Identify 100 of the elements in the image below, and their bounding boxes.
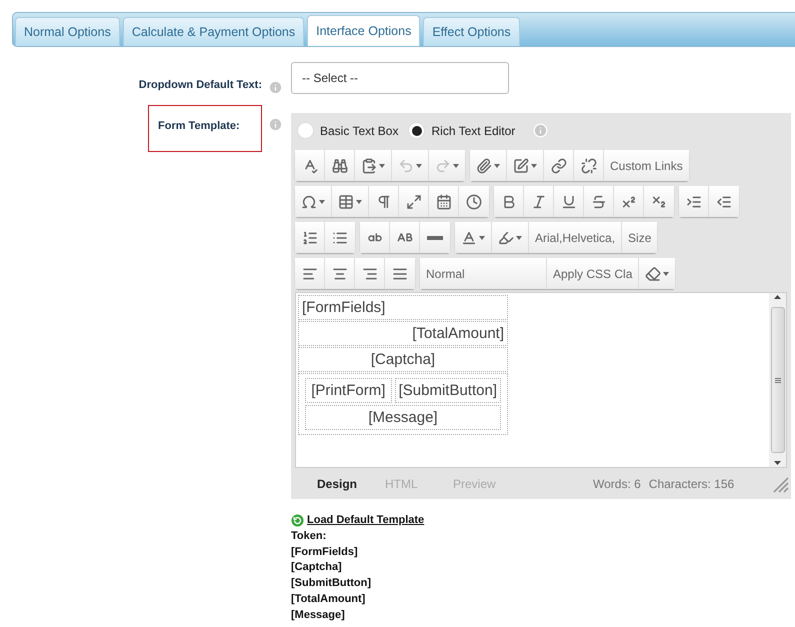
token-heading: Token: (291, 528, 328, 544)
field-label: Form Template: (158, 120, 240, 132)
toolbar-button[interactable] (470, 150, 507, 181)
toolbar-button[interactable] (355, 150, 392, 181)
token-text: [SubmitButton] (291, 576, 372, 592)
binoculars-icon (332, 158, 348, 174)
character-count: Characters: 156 (648, 476, 734, 490)
toolbar-dropdown[interactable]: Normal (420, 258, 547, 289)
token-text: [Captcha] (291, 560, 343, 576)
scroll-up-icon[interactable] (774, 295, 781, 299)
toolbar-button[interactable] (399, 186, 429, 217)
toolbar-button[interactable] (355, 258, 385, 289)
editor-content[interactable]: [FormFields] [TotalAmount] [Captcha] [PrintForm] [SubmitButton] [Message] (295, 292, 787, 468)
subscript-icon (651, 194, 667, 210)
toolbar-dropdown[interactable]: Size (622, 222, 658, 253)
omega-icon (301, 194, 317, 210)
tab[interactable]: Calculate & Payment Options (122, 17, 304, 46)
template-cell: [PrintForm] (305, 378, 392, 403)
align-right-icon (362, 266, 378, 282)
toolbar-button[interactable] (325, 222, 355, 253)
toolbar-button[interactable] (295, 150, 325, 181)
redo-icon (435, 158, 451, 174)
toolbar-button[interactable] (385, 258, 415, 289)
template-cell: [Message] (305, 405, 501, 430)
grip-icon (774, 378, 780, 382)
toolbar-button[interactable] (325, 258, 355, 289)
toolbar-button[interactable] (544, 150, 574, 181)
toolbar-button[interactable] (524, 186, 554, 217)
tab[interactable]: Interface Options (307, 15, 420, 46)
toolbar-dropdown[interactable]: Apply CSS Cla (547, 258, 640, 289)
token-text: [FormFields] (291, 544, 359, 560)
toolbar-button[interactable] (507, 150, 544, 181)
superscript-icon (620, 194, 636, 210)
template-cell: [TotalAmount] (298, 321, 508, 346)
radio-label: Basic Text Box (320, 124, 398, 138)
toolbar-button[interactable] (332, 186, 369, 217)
toolbar-button[interactable] (325, 150, 355, 181)
radio-button[interactable] (408, 122, 426, 139)
template-cell: [Captcha] (298, 347, 508, 372)
toolbar-button[interactable] (574, 150, 604, 181)
eraser-icon (645, 266, 662, 282)
toolbar-button[interactable]: Custom Links (604, 150, 689, 181)
toolbar-button[interactable] (679, 186, 709, 217)
radio-label: Rich Text Editor (431, 124, 516, 138)
toolbar-button[interactable] (295, 258, 325, 289)
select-field[interactable]: -- Select -- (291, 62, 509, 94)
tab[interactable]: Effect Options (423, 17, 520, 46)
scroll-down-icon[interactable] (774, 461, 781, 465)
toolbar-button[interactable] (639, 258, 676, 289)
strikethrough-icon (590, 194, 606, 210)
toolbar-button[interactable] (360, 222, 390, 253)
token-text: [Message] (291, 608, 346, 623)
view-tab[interactable]: Design (317, 476, 385, 490)
bullet-list-icon (332, 230, 348, 246)
highlighter-icon (498, 230, 514, 246)
clock-icon (466, 194, 482, 210)
toolbar-button[interactable] (494, 186, 524, 217)
outdent-icon (716, 194, 732, 210)
template-cell: [SubmitButton] (394, 378, 501, 403)
toolbar-button[interactable] (709, 186, 739, 217)
toolbar-button[interactable] (455, 222, 492, 253)
calendar-icon (436, 194, 452, 210)
toolbar-button[interactable] (614, 186, 644, 217)
token-text: [TotalAmount] (291, 592, 366, 607)
clipboard-icon (361, 158, 377, 174)
template-cell: [FormFields] (298, 295, 508, 320)
toolbar-button[interactable] (390, 222, 420, 253)
undo-icon (398, 158, 414, 174)
unlink-icon (580, 158, 596, 174)
toolbar-button[interactable] (295, 222, 325, 253)
maximize-icon (406, 194, 422, 210)
toolbar-button[interactable] (429, 186, 459, 217)
align-left-icon (302, 266, 318, 282)
load-default-template-link[interactable]: Load Default Template (291, 513, 424, 529)
toolbar-button[interactable] (554, 186, 584, 217)
table-icon (338, 194, 354, 210)
word-count: Words: 6 (593, 476, 641, 490)
radio-button[interactable] (297, 122, 314, 139)
indent-icon (686, 194, 702, 210)
pilcrow-icon (376, 194, 392, 210)
scrollbar[interactable] (769, 293, 786, 467)
toolbar-button[interactable] (492, 222, 529, 253)
toolbar-dropdown[interactable]: Arial,Helvetica, (529, 222, 622, 253)
toolbar-button[interactable] (584, 186, 614, 217)
align-center-icon (332, 266, 348, 282)
resize-handle-icon[interactable] (771, 474, 789, 492)
pen-icon (513, 158, 529, 174)
justify-icon (392, 266, 408, 282)
toolbar-button[interactable] (459, 186, 489, 217)
underline-icon (560, 194, 576, 210)
field-label: Dropdown Default Text: (138, 79, 262, 91)
tab[interactable]: Normal Options (15, 17, 120, 46)
toolbar-button[interactable] (420, 222, 450, 253)
toolbar-button[interactable] (369, 186, 399, 217)
toolbar-button[interactable] (295, 186, 332, 217)
paperclip-icon (476, 158, 492, 174)
refresh-icon (291, 514, 304, 528)
link-icon (550, 158, 566, 174)
font-color-icon (461, 230, 477, 246)
toolbar-button[interactable] (644, 186, 674, 217)
